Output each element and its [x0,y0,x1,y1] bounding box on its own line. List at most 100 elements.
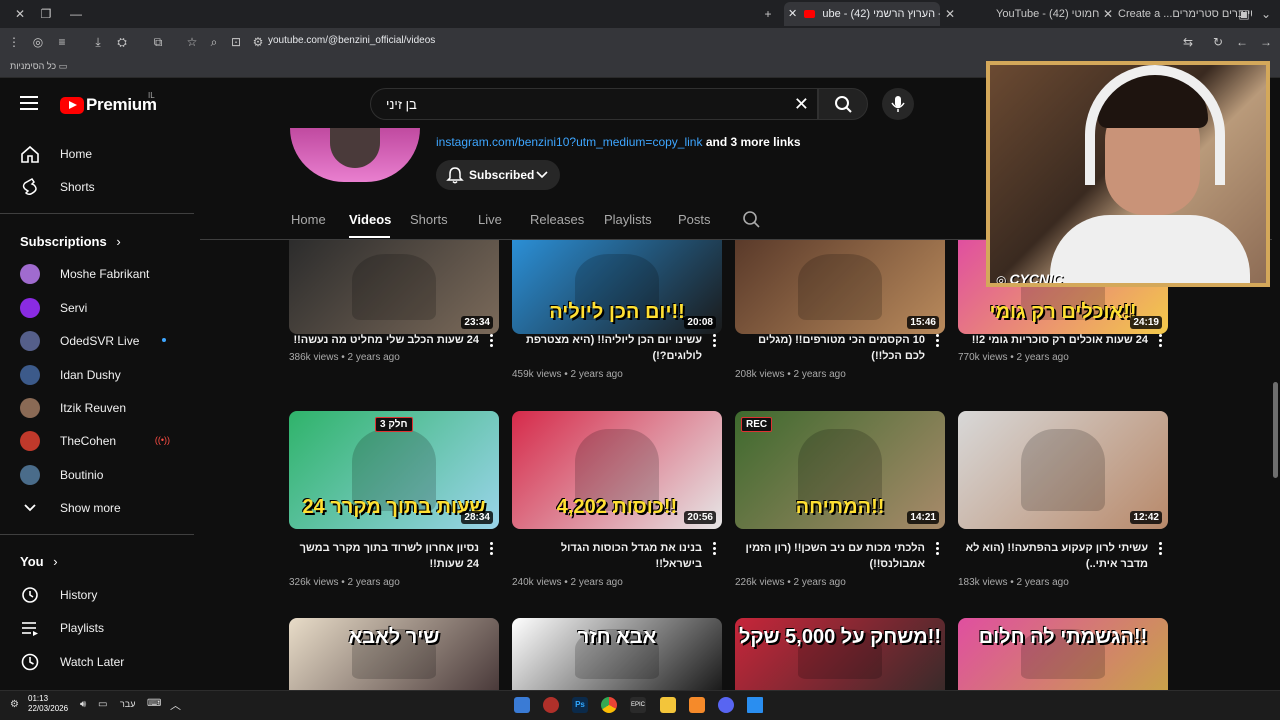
windows-start-icon[interactable] [747,697,763,713]
sidebar-item-watch-later[interactable]: Watch Later [12,646,182,678]
tab-live[interactable]: Live [478,212,502,227]
video-thumbnail[interactable]: 23:34 [289,240,499,334]
sidebar-item-history[interactable]: History [12,579,182,611]
sidebar-item-home[interactable]: Home [12,138,182,170]
video-thumbnail[interactable]: 12:42 [958,411,1168,529]
tab-close-icon[interactable]: ✕ [788,8,797,20]
you-heading[interactable]: You › [20,554,58,569]
tab-home[interactable]: Home [291,212,326,227]
browser-tab[interactable]: Create a ...יוטיוברים סטרימרים [1118,2,1252,26]
share-icon[interactable]: ⧉ [150,34,166,50]
video-thumbnail[interactable]: משחק על 5,000 שקל!! [735,618,945,690]
more-links-button[interactable]: and 3 more links [706,135,801,149]
youtube-premium-logo[interactable]: Premium IL [60,91,157,115]
video-menu-icon[interactable] [1157,334,1165,348]
video-thumbnail[interactable]: הגשמתי לה חלום!! [958,618,1168,690]
video-menu-icon[interactable] [1157,542,1165,556]
app-icon[interactable] [689,697,705,713]
channel-search-icon[interactable] [742,210,762,230]
video-thumbnail[interactable]: המתיחה!! REC 14:21 [735,411,945,529]
video-title[interactable]: 10 הקסמים הכי מטורפים!! (מגלים לכם הכל!!… [735,332,925,364]
sidebar-item-playlists[interactable]: Playlists [12,612,182,644]
video-menu-icon[interactable] [488,334,496,348]
video-thumbnail[interactable]: 24 שעות בתוך מקרר חלק 3 28:34 [289,411,499,529]
browser-tab[interactable]: YouTube - חמוטי (42) [996,2,1100,26]
chrome-icon[interactable] [601,697,617,713]
voice-search-button[interactable] [882,88,914,120]
sidebar-subscription[interactable]: Servi [12,292,182,324]
zoom-icon[interactable]: ⌕ [206,34,222,50]
video-thumbnail[interactable]: 4,202 כוסות!! 20:56 [512,411,722,529]
video-thumbnail[interactable]: 15:46 [735,240,945,334]
network-icon[interactable]: ▭ [98,699,107,710]
hamburger-menu-icon[interactable] [20,96,40,112]
tab-releases[interactable]: Releases [530,212,584,227]
download-icon[interactable]: ⤓ [90,34,106,50]
video-title[interactable]: עשיתי לרון קעקוע בהפתעה!! (הוא לא מדבר א… [958,540,1148,572]
sidebar-subscription[interactable]: OdedSVR Live [12,325,182,357]
language-indicator[interactable]: עבר [120,699,135,709]
all-bookmarks-link[interactable]: כל הסימניות ▭ [10,61,67,72]
sidebar-item-shorts[interactable]: Shorts [12,171,182,203]
tab-close-icon[interactable]: ✕ [1100,6,1116,22]
extensions-icon[interactable]: ⛭ [114,34,130,50]
epic-games-icon[interactable]: EPIC [630,697,646,713]
customize-icon[interactable]: ⇆ [1180,34,1196,50]
video-title[interactable]: הלכתי מכות עם ניב השכן!! (רון הזמין אמבו… [735,540,925,572]
video-title[interactable]: 24 שעות אוכלים רק סוכריות גומי 2!! [958,332,1148,348]
video-title[interactable]: בנינו את מגדל הכוסות הגדול בישראל!! [512,540,702,572]
forward-icon[interactable]: → [1258,34,1274,50]
tab-videos[interactable]: Videos [349,212,391,227]
minimize-window-icon[interactable]: — [68,6,84,22]
reading-list-icon[interactable]: ≡ [54,34,70,50]
volume-icon[interactable]: 🔊︎ [80,699,86,710]
tab-shorts[interactable]: Shorts [410,212,448,227]
media-app-icon[interactable] [543,697,559,713]
channel-link[interactable]: instagram.com/benzini10?utm_medium=copy_… [436,135,702,149]
search-input[interactable]: בן זיני ✕ [370,88,818,120]
channel-avatar[interactable] [290,128,420,182]
browser-tab-active[interactable]: ✕ ube - בן זיני - הערוץ הרשמי (42) [784,2,940,26]
sidebar-subscription[interactable]: Boutinio [12,459,182,491]
sidebar-subscription[interactable]: Itzik Reuven [12,392,182,424]
system-clock[interactable]: 01:13 22/03/2026 [28,694,68,714]
tab-search-icon[interactable]: ⌄ [1258,6,1274,22]
notepad-icon[interactable] [514,697,530,713]
back-icon[interactable]: ← [1234,34,1250,50]
search-button[interactable] [818,88,868,120]
notification-icon[interactable]: ⚙ [10,699,19,710]
show-more-button[interactable]: Show more [12,492,182,524]
close-window-icon[interactable]: ✕ [12,6,28,22]
video-menu-icon[interactable] [488,542,496,556]
clear-search-icon[interactable]: ✕ [794,94,809,115]
reload-icon[interactable]: ↻ [1210,34,1226,50]
file-explorer-icon[interactable] [660,697,676,713]
page-scrollbar[interactable] [1272,240,1280,690]
sidebar-subscription[interactable]: Moshe Fabrikant [12,258,182,290]
video-title[interactable]: 24 שעות הכלב שלי מחליט מה נעשה!! [289,332,479,348]
video-menu-icon[interactable] [711,334,719,348]
extension-icon[interactable]: ◎ [30,34,46,50]
new-tab-icon[interactable]: + [760,6,776,22]
video-menu-icon[interactable] [934,542,942,556]
photoshop-icon[interactable]: Ps [572,697,588,713]
tab-posts[interactable]: Posts [678,212,711,227]
address-bar[interactable]: youtube.com/@benzini_official/videos [268,35,435,46]
video-title[interactable]: עשינו יום הכן ליוליה!! (היא מצטרפת לולוג… [512,332,702,364]
subscriptions-heading[interactable]: Subscriptions › [20,234,121,249]
discord-icon[interactable] [718,697,734,713]
install-app-icon[interactable]: ⊡ [228,34,244,50]
video-menu-icon[interactable] [711,542,719,556]
more-menu-icon[interactable]: ⋮ [6,34,22,50]
video-menu-icon[interactable] [934,334,942,348]
tray-expand-icon[interactable]: ︿ [170,697,181,713]
keyboard-icon[interactable]: ⌨ [147,698,161,709]
bookmark-star-icon[interactable]: ☆ [184,34,200,50]
video-title[interactable]: נסיון אחרון לשרוד בתוך מקרר במשך 24 שעות… [289,540,479,572]
sidebar-subscription[interactable]: Idan Dushy [12,359,182,391]
tab-playlists[interactable]: Playlists [604,212,652,227]
subscribed-button[interactable]: Subscribed [436,160,560,190]
video-thumbnail[interactable]: שיר לאבא [289,618,499,690]
restore-window-icon[interactable]: ❐ [38,6,54,22]
site-info-icon[interactable]: ⚙ [250,34,266,50]
